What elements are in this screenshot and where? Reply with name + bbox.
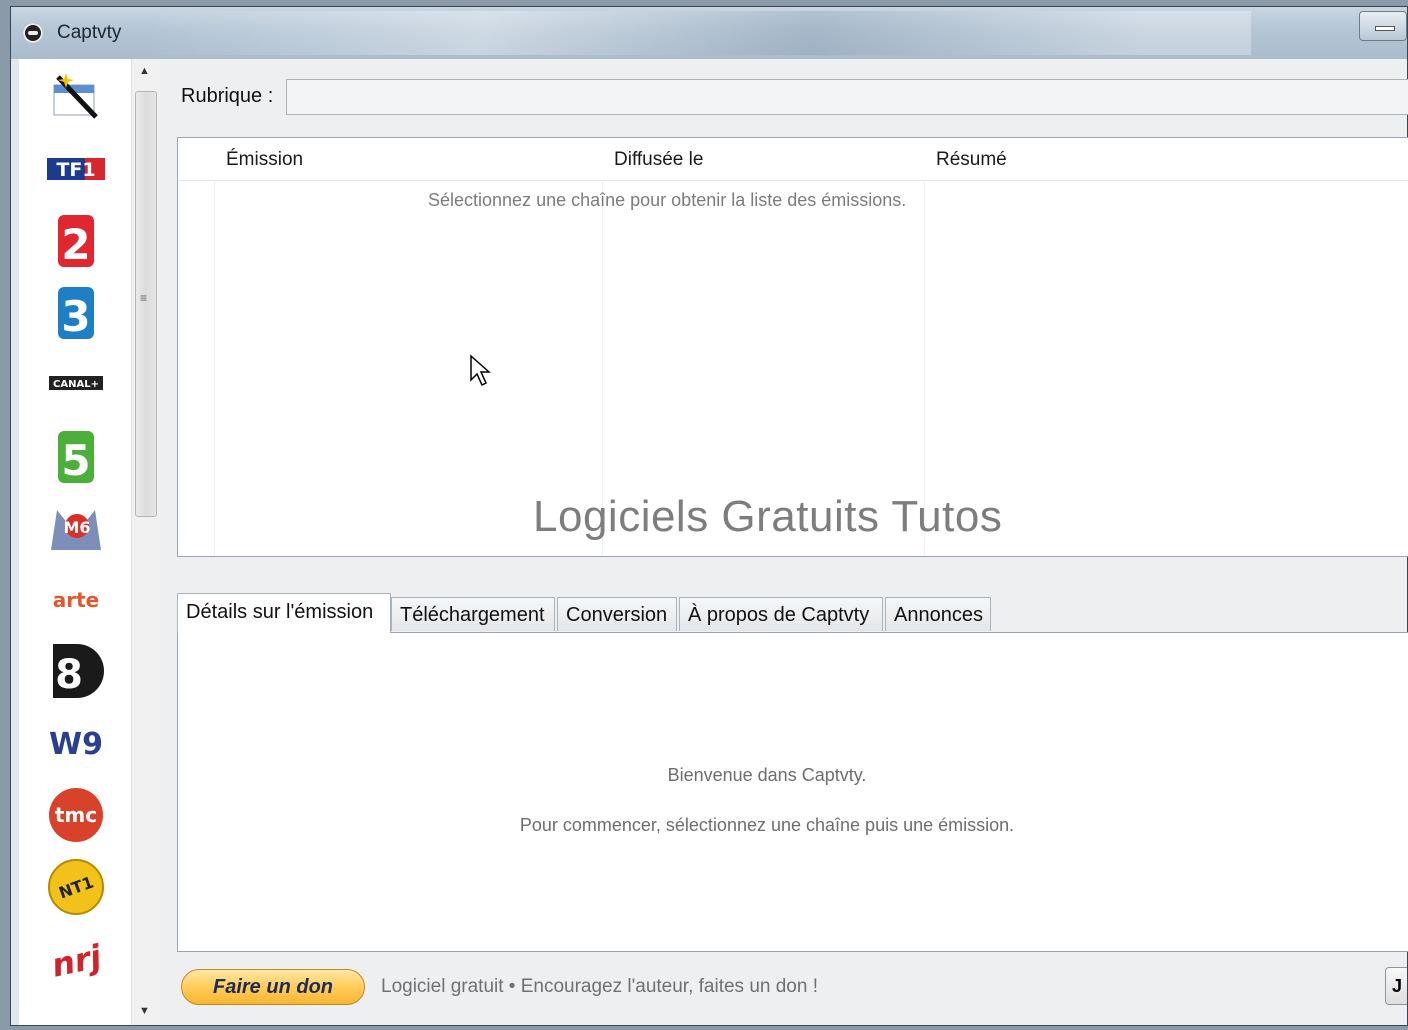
nrj12-logo-text: nrj	[48, 937, 105, 985]
tab-telechargement[interactable]: Téléchargement	[391, 597, 555, 631]
channel-arte[interactable]: arte	[45, 573, 107, 629]
tab-a-propos[interactable]: À propos de Captvty	[679, 597, 883, 631]
channel-france-3[interactable]: 3	[45, 285, 107, 341]
tmc-logo-icon: tmc	[49, 788, 103, 842]
tab-details-emission[interactable]: Détails sur l'émission	[177, 593, 391, 633]
nt1-logo-icon: NT1	[48, 859, 104, 915]
window-title: Captvty	[57, 22, 122, 43]
app-icon	[23, 23, 43, 43]
d8-logo-icon: 8	[53, 644, 104, 698]
tab-conversion[interactable]: Conversion	[557, 597, 677, 631]
scroll-up-arrow-icon[interactable]: ▲	[139, 65, 150, 77]
magic-wand-icon	[53, 73, 98, 119]
channel-nrj12[interactable]: nrj	[45, 931, 107, 987]
nrj12-logo-icon: nrj	[48, 937, 105, 985]
france-5-logo-text: 5	[61, 436, 90, 485]
tab-panel-details: Bienvenue dans Captvty. Pour commencer, …	[177, 632, 1408, 952]
app-window: Captvty TF1 2 3 CANAL+ 5 M6 arte 8 W9 tm…	[10, 6, 1408, 1026]
footer-text: Logiciel gratuit • Encouragez l'auteur, …	[381, 976, 818, 997]
w9-logo-text: W9	[49, 727, 103, 762]
channel-tmc[interactable]: tmc	[45, 787, 107, 843]
tmc-logo-text: tmc	[55, 803, 97, 827]
channel-sidebar: TF1 2 3 CANAL+ 5 M6 arte 8 W9 tmc NT1 nr…	[19, 59, 160, 1025]
m6-logo-text: M6	[63, 518, 90, 537]
channel-tools[interactable]	[45, 69, 107, 125]
d8-logo-text: 8	[55, 652, 83, 698]
france-2-logo-icon: 2	[58, 215, 94, 269]
arte-logo-icon: arte	[53, 589, 99, 612]
instructions-message: Pour commencer, sélectionnez une chaîne …	[519, 815, 1015, 835]
watermark-text: Logiciels Gratuits Tutos	[533, 492, 1003, 541]
channel-tf1[interactable]: TF1	[45, 141, 107, 197]
w9-logo-icon: W9	[49, 727, 103, 762]
title-bar[interactable]: Captvty	[11, 7, 1407, 59]
channel-m6[interactable]: M6	[45, 501, 107, 557]
channel-canal-plus[interactable]: CANAL+	[45, 355, 107, 411]
empty-list-message: Sélectionnez une chaîne pour obtenir la …	[428, 190, 907, 210]
m6-logo-icon: M6	[51, 510, 101, 550]
scroll-grip-icon: ≡	[140, 291, 148, 305]
column-header-resume[interactable]: Résumé	[936, 149, 1007, 171]
rubrique-input[interactable]	[286, 79, 1408, 115]
right-edge-button[interactable]: J	[1385, 967, 1407, 1005]
emissions-list[interactable]: Émission Diffusée le Résumé Sélectionnez…	[177, 137, 1408, 557]
canal-plus-logo-icon: CANAL+	[49, 376, 103, 390]
france-3-logo-icon: 3	[58, 287, 94, 341]
channel-nt1[interactable]: NT1	[45, 859, 107, 915]
channel-scrollbar[interactable]: ▲ ≡ ▼	[131, 59, 160, 1025]
mouse-cursor-icon	[470, 354, 491, 387]
scroll-down-arrow-icon[interactable]: ▼	[139, 1005, 150, 1017]
channel-france-2[interactable]: 2	[45, 213, 107, 269]
channel-d8[interactable]: 8	[45, 643, 107, 699]
list-header: Émission Diffusée le Résumé	[178, 138, 1408, 181]
welcome-message: Bienvenue dans Captvty.	[667, 765, 867, 785]
tf1-logo-text: TF1	[56, 159, 95, 181]
minimize-button[interactable]	[1359, 11, 1407, 41]
donate-button[interactable]: Faire un don	[181, 969, 365, 1005]
tab-annonces[interactable]: Annonces	[885, 597, 991, 631]
france-5-logo-icon: 5	[58, 431, 94, 485]
channel-france-5[interactable]: 5	[45, 429, 107, 485]
rubrique-label: Rubrique :	[181, 85, 274, 107]
france-3-logo-text: 3	[61, 292, 90, 341]
france-2-logo-text: 2	[61, 220, 90, 269]
column-header-emission[interactable]: Émission	[226, 149, 303, 171]
client-area: TF1 2 3 CANAL+ 5 M6 arte 8 W9 tmc NT1 nr…	[19, 59, 1408, 1025]
column-header-diffusee-le[interactable]: Diffusée le	[614, 149, 703, 171]
tf1-logo-icon: TF1	[47, 158, 105, 181]
channel-w9[interactable]: W9	[45, 715, 107, 771]
arte-logo-text: arte	[53, 589, 99, 612]
canal-plus-logo-text: CANAL+	[53, 379, 99, 390]
